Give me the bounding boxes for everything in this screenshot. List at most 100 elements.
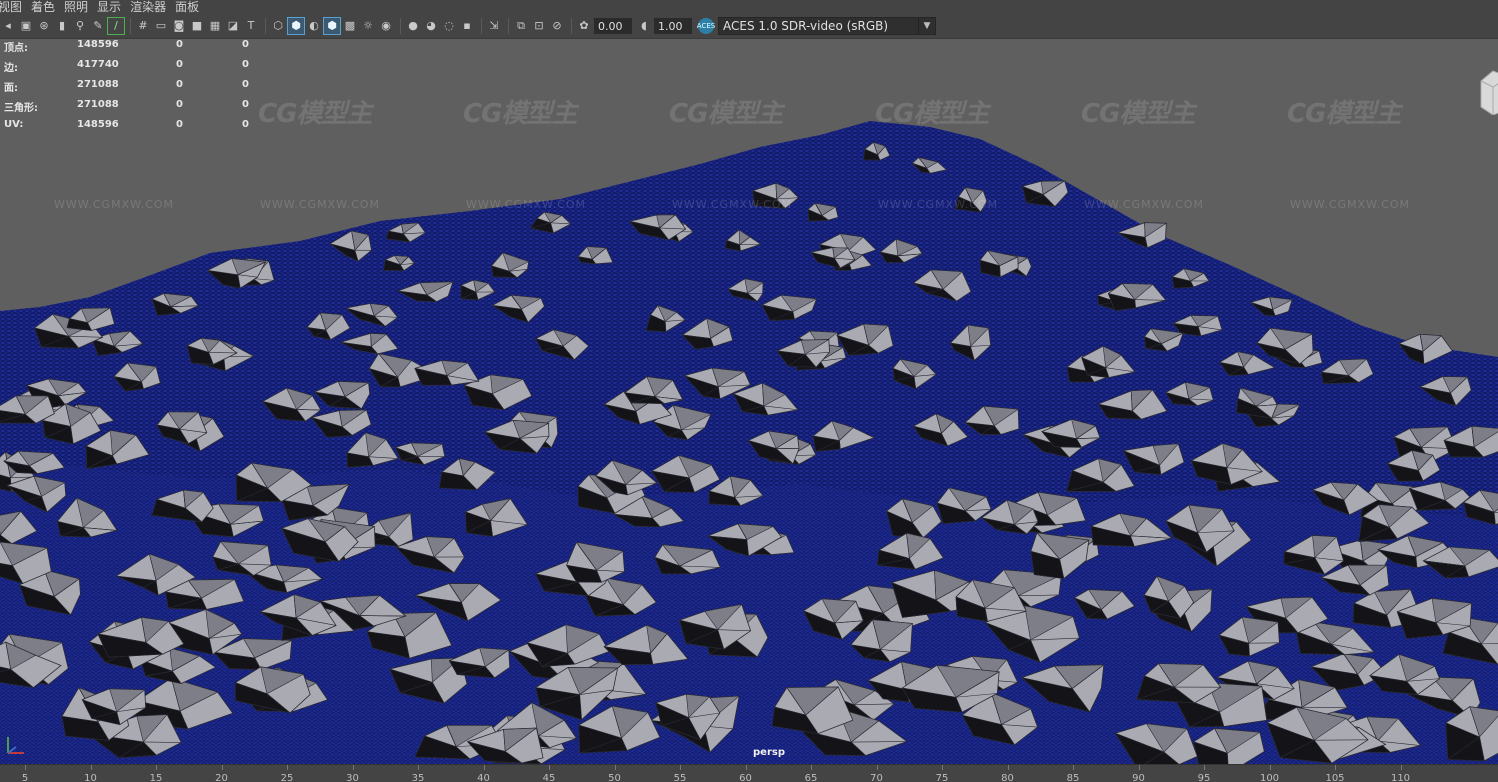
screen-space-ambient-occlusion-icon[interactable]: ● (405, 18, 421, 34)
hud-value: 0 (176, 79, 183, 90)
hud-value: 0 (242, 119, 249, 130)
toolbar-separator (571, 18, 572, 34)
textured-icon[interactable]: ▩ (342, 18, 358, 34)
resolution-gate-icon[interactable]: ◙ (171, 18, 187, 34)
menu-renderer[interactable]: 渲染器 (130, 0, 175, 14)
watermark-url: WWW.CGMXW.COM (260, 198, 381, 211)
color-management-icon[interactable]: ACES (697, 18, 715, 34)
image-plane-icon[interactable]: ▮ (54, 18, 70, 34)
hud-value: 0 (176, 99, 183, 110)
timeline-tick-label: 10 (84, 773, 97, 782)
toolbar-separator (265, 18, 266, 34)
timeline-tick-label: 55 (673, 773, 687, 782)
safe-title-icon[interactable]: T (243, 18, 259, 34)
hud-label: 顶点: (4, 43, 28, 54)
menu-shading[interactable]: 着色 (31, 0, 64, 14)
terrain-wireframe-scene (0, 121, 1498, 764)
timeline-tick-label: 70 (870, 773, 883, 782)
watermark-url: WWW.CGMXW.COM (1084, 198, 1205, 211)
grid-icon[interactable]: # (135, 18, 151, 34)
depth-of-field-icon[interactable]: ▪ (459, 18, 475, 34)
xray-icon[interactable]: ⧉ (513, 18, 529, 34)
timeline-tick-label: 65 (804, 773, 818, 782)
hud-row-faces: 面: 271088 0 0 (4, 79, 264, 99)
shadows-icon[interactable]: ◉ (378, 18, 394, 34)
view-cube-icon[interactable] (1479, 69, 1498, 115)
timeline-tick-label: 30 (346, 773, 359, 782)
hud-value: 0 (176, 39, 183, 50)
hud-value: 148596 (77, 39, 119, 50)
gamma-field[interactable] (654, 18, 692, 34)
default-material-icon[interactable]: ◐ (306, 18, 322, 34)
camera-attributes-icon[interactable]: ▣ (18, 18, 34, 34)
timeline-tick (483, 765, 485, 770)
timeline-tick (352, 765, 354, 770)
view-transform-value: ACES 1.0 SDR-video (sRGB) (723, 19, 889, 33)
hud-row-vertices: 顶点: 148596 0 0 (4, 39, 264, 59)
time-slider-ruler[interactable]: 5 10 15 20 25 30 35 40 45 50 55 60 65 70 75 80 85 90 95 100… (0, 764, 1498, 782)
2d-pan-zoom-icon[interactable]: ⚲ (72, 18, 88, 34)
wireframe-on-shaded-icon[interactable]: ⬢ (323, 17, 341, 35)
view-transform-dropdown[interactable]: ACES 1.0 SDR-video (sRGB) ▼ (718, 17, 936, 35)
timeline-tick-label: 35 (411, 773, 425, 782)
watermark-logo: CG模型主 (669, 99, 783, 129)
timeline-tick (1204, 765, 1205, 770)
timeline-tick-label: 110 (1390, 773, 1411, 782)
timeline-tick (418, 765, 419, 770)
watermark-url: WWW.CGMXW.COM (54, 198, 175, 211)
hud-value: 0 (242, 59, 249, 70)
timeline-tick-label: 50 (608, 773, 621, 782)
xray-active-components-icon[interactable]: ⊡ (531, 18, 547, 34)
timeline-tick-label: 100 (1259, 773, 1280, 782)
timeline-tick-label: 75 (935, 773, 949, 782)
timeline-tick-label: 80 (1001, 773, 1014, 782)
select-camera-icon[interactable]: ◂ (0, 18, 16, 34)
timeline-tick (745, 765, 747, 770)
multisample-antialiasing-icon[interactable]: ◌ (441, 18, 457, 34)
menu-panels[interactable]: 面板 (175, 0, 208, 14)
grease-pencil-icon[interactable]: ✎ (90, 18, 106, 34)
hud-row-uvs: UV: 148596 0 0 (4, 119, 264, 139)
film-gate-icon[interactable]: ▭ (153, 18, 169, 34)
timeline-tick (25, 765, 26, 770)
menu-lighting[interactable]: 照明 (64, 0, 97, 14)
timeline-tick-label: 40 (477, 773, 490, 782)
chevron-down-icon[interactable]: ▼ (918, 18, 935, 34)
safe-action-icon[interactable]: ◪ (225, 18, 241, 34)
xray-joints-icon[interactable]: ⊘ (549, 18, 565, 34)
exposure-field[interactable] (594, 18, 632, 34)
bookmark-icon[interactable]: ⊛ (36, 18, 52, 34)
watermark-logo: CG模型主 (1287, 99, 1401, 129)
timeline-tick-label: 5 (21, 773, 29, 782)
timeline-tick (876, 765, 878, 770)
hud-value: 417740 (77, 59, 119, 70)
watermark-logo: CG模型主 (875, 99, 989, 129)
menu-view[interactable]: 视图 (0, 0, 31, 14)
toolbar-separator (508, 18, 509, 34)
wireframe-icon[interactable]: ⬡ (270, 18, 286, 34)
hud-value: 0 (242, 39, 249, 50)
timeline-tick (942, 765, 943, 770)
timeline-tick (680, 765, 681, 770)
3d-viewport[interactable]: CG模型主 CG模型主 CG模型主 CG模型主 CG模型主 CG模型主 WWW.… (0, 39, 1498, 764)
hud-value: 0 (242, 99, 249, 110)
draw-pencil-icon[interactable]: / (107, 17, 125, 35)
field-chart-icon[interactable]: ▦ (207, 18, 223, 34)
gate-mask-icon[interactable]: ■ (189, 18, 205, 34)
hud-row-edges: 边: 417740 0 0 (4, 59, 264, 79)
toolbar-separator (130, 18, 131, 34)
use-all-lights-icon[interactable]: ☼ (360, 18, 376, 34)
smooth-shade-icon[interactable]: ⬢ (287, 17, 305, 35)
timeline-tick (1007, 765, 1009, 770)
motion-blur-icon[interactable]: ◕ (423, 18, 439, 34)
menu-show[interactable]: 显示 (97, 0, 130, 14)
hud-label: 面: (4, 83, 18, 94)
isolate-select-icon[interactable]: ⇲ (486, 18, 502, 34)
watermark-url: WWW.CGMXW.COM (672, 198, 793, 211)
watermark-url: WWW.CGMXW.COM (878, 198, 999, 211)
exposure-icon[interactable]: ✿ (576, 18, 592, 34)
gamma-icon[interactable]: ◖ (636, 18, 652, 34)
timeline-tick-label: 60 (739, 773, 752, 782)
timeline-tick (1269, 765, 1271, 770)
timeline-tick-label: 85 (1066, 773, 1080, 782)
